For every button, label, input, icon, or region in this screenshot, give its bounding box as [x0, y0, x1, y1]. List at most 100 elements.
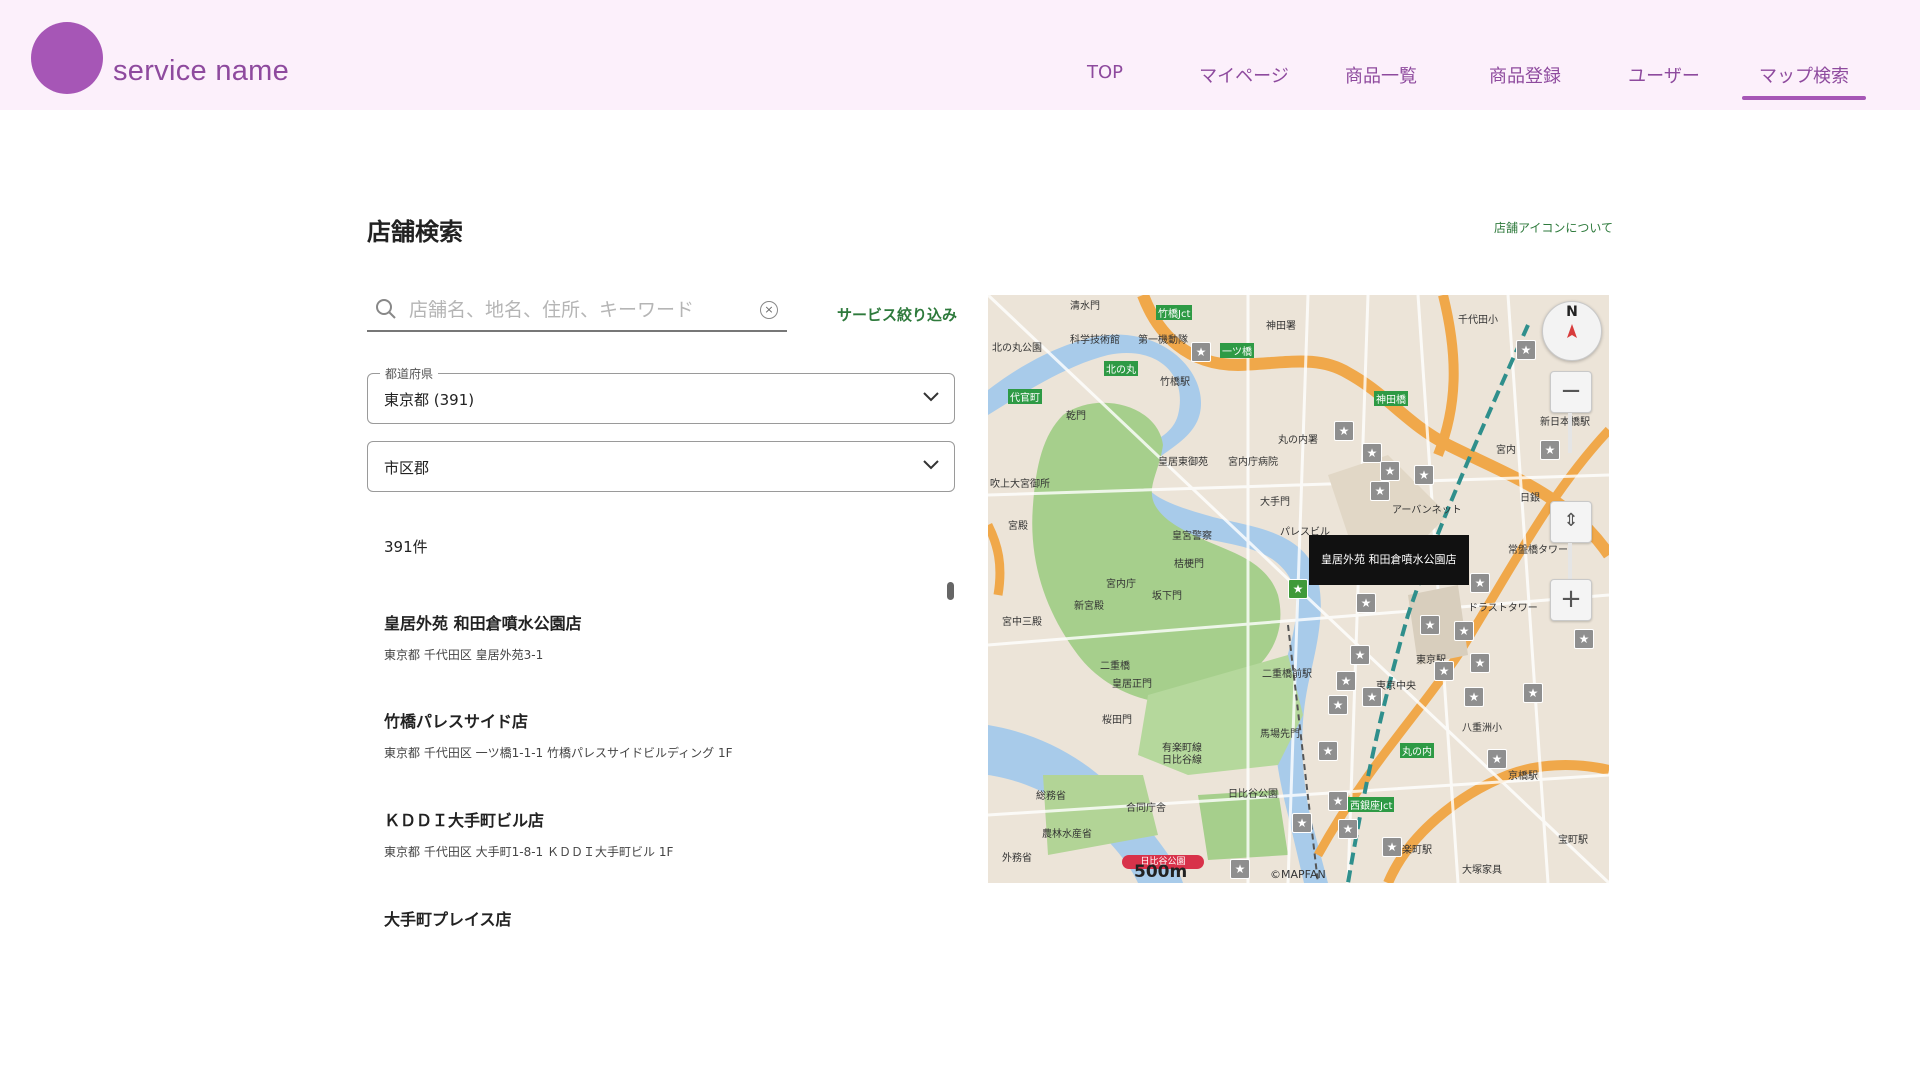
- nav-top[interactable]: TOP: [1087, 62, 1123, 83]
- store-list-item[interactable]: 竹橋パレスサイド店 東京都 千代田区 一ツ橋1-1-1 竹橋パレスサイドビルディ…: [384, 708, 944, 761]
- nav-map-search[interactable]: マップ検索: [1742, 62, 1866, 100]
- store-marker[interactable]: ★: [1370, 481, 1390, 501]
- store-marker[interactable]: ★: [1454, 621, 1474, 641]
- city-select[interactable]: 市区郡: [367, 441, 955, 492]
- compass-needle-icon: [1567, 324, 1577, 338]
- map-label: 神田署: [1266, 321, 1296, 332]
- selected-store-marker[interactable]: ★: [1288, 579, 1308, 599]
- map-label: 皇居正門: [1112, 679, 1152, 690]
- map-label: 坂下門: [1152, 591, 1182, 602]
- store-marker[interactable]: ★: [1338, 819, 1358, 839]
- store-name: ＫＤＤＩ大手町ビル店: [384, 811, 545, 830]
- store-name: 大手町プレイス店: [384, 910, 512, 929]
- map-copyright: ©MAPFAN: [1270, 868, 1326, 881]
- store-list-item[interactable]: 皇居外苑 和田倉噴水公園店 東京都 千代田区 皇居外苑3-1: [384, 610, 944, 663]
- search-input[interactable]: [407, 294, 751, 326]
- map-label: 宮内庁: [1106, 579, 1136, 590]
- store-marker[interactable]: ★: [1230, 859, 1250, 879]
- store-marker[interactable]: ★: [1470, 573, 1490, 593]
- store-marker[interactable]: ★: [1191, 342, 1211, 362]
- map-label: アーバンネット: [1392, 505, 1462, 516]
- store-address: 東京都 千代田区 皇居外苑3-1: [384, 648, 544, 662]
- map-label: 日比谷公園: [1228, 789, 1278, 800]
- store-marker[interactable]: ★: [1362, 443, 1382, 463]
- store-marker[interactable]: ★: [1328, 791, 1348, 811]
- chevron-down-icon: [923, 392, 939, 402]
- store-marker[interactable]: ★: [1523, 683, 1543, 703]
- map-scale: 500m: [1134, 862, 1188, 882]
- store-marker[interactable]: ★: [1414, 465, 1434, 485]
- map-label: 皇居東御苑: [1158, 457, 1208, 468]
- map-label: 皇宮警察: [1172, 531, 1212, 542]
- map-label: 大塚家具: [1462, 865, 1502, 876]
- map-label: 新日本橋駅: [1540, 417, 1590, 428]
- map-label: 竹橋駅: [1160, 377, 1190, 388]
- store-marker[interactable]: ★: [1380, 461, 1400, 481]
- map-label: 第一機動隊: [1138, 335, 1188, 346]
- store-marker[interactable]: ★: [1356, 593, 1376, 613]
- nav-product-register[interactable]: 商品登録: [1489, 62, 1561, 88]
- store-marker[interactable]: ★: [1382, 837, 1402, 857]
- store-marker[interactable]: ★: [1574, 629, 1594, 649]
- map-label: 総務省: [1036, 791, 1066, 802]
- store-marker[interactable]: ★: [1434, 661, 1454, 681]
- map-label: 科学技術館: [1070, 335, 1120, 346]
- store-marker[interactable]: ★: [1487, 749, 1507, 769]
- prefecture-select[interactable]: 都道府県 東京都 (391): [367, 365, 955, 424]
- map-label: 吹上大宮御所: [990, 479, 1050, 490]
- chevron-down-icon: [923, 460, 939, 470]
- map-view[interactable]: 清水門 竹橋Jct 神田署 千代田小 北の丸公園 科学技術館 第一機動隊 一ツ橋…: [988, 295, 1609, 883]
- map-label: 宮中三殿: [1002, 617, 1042, 628]
- store-marker[interactable]: ★: [1334, 421, 1354, 441]
- nav-product-list[interactable]: 商品一覧: [1345, 62, 1417, 88]
- store-marker[interactable]: ★: [1292, 813, 1312, 833]
- store-list-item[interactable]: 大手町プレイス店: [384, 906, 944, 930]
- map-label: 桔梗門: [1174, 559, 1204, 570]
- zoom-track: [1568, 413, 1572, 453]
- clear-icon[interactable]: ×: [760, 301, 778, 319]
- results-scrollbar[interactable]: [947, 582, 954, 600]
- store-marker[interactable]: ★: [1470, 653, 1490, 673]
- map-label: 竹橋Jct: [1156, 305, 1193, 320]
- store-marker[interactable]: ★: [1318, 741, 1338, 761]
- search-icon: [376, 299, 396, 319]
- prefecture-select-value: 東京都 (391): [384, 391, 475, 409]
- map-label: 桜田門: [1102, 715, 1132, 726]
- map-label: ドラストタワー: [1468, 603, 1538, 614]
- map-label: 宮殿: [1008, 521, 1028, 532]
- search-box: ×: [367, 290, 787, 332]
- map-label: 代官町: [1008, 389, 1042, 404]
- page-title: 店舗検索: [367, 218, 463, 246]
- store-marker[interactable]: ★: [1336, 671, 1356, 691]
- map-label: 神田橋: [1374, 391, 1408, 406]
- result-count: 391件: [384, 538, 428, 556]
- map-label: 外務省: [1002, 853, 1032, 864]
- nav-mypage[interactable]: マイページ: [1199, 62, 1289, 88]
- compass-north-label: N: [1566, 304, 1578, 320]
- store-marker[interactable]: ★: [1420, 615, 1440, 635]
- zoom-out-button[interactable]: −: [1550, 371, 1592, 413]
- compass-control[interactable]: N: [1542, 301, 1602, 361]
- store-marker[interactable]: ★: [1350, 645, 1370, 665]
- store-tooltip: 皇居外苑 和田倉噴水公園店: [1309, 535, 1469, 585]
- service-filter-button[interactable]: サービス絞り込み: [837, 304, 957, 325]
- store-marker[interactable]: ★: [1328, 695, 1348, 715]
- map-label: 丸の内: [1400, 743, 1434, 758]
- map-label: 乾門: [1066, 411, 1086, 422]
- store-marker[interactable]: ★: [1540, 440, 1560, 460]
- map-label: 農林水産省: [1042, 829, 1092, 840]
- store-marker[interactable]: ★: [1464, 687, 1484, 707]
- map-label: 八重洲小: [1462, 723, 1502, 734]
- prefecture-select-label: 都道府県: [380, 365, 439, 382]
- nav-user[interactable]: ユーザー: [1628, 62, 1700, 88]
- store-marker[interactable]: ★: [1362, 687, 1382, 707]
- store-list-item[interactable]: ＫＤＤＩ大手町ビル店 東京都 千代田区 大手町1-8-1 ＫＤＤＩ大手町ビル 1…: [384, 807, 944, 860]
- store-marker[interactable]: ★: [1516, 340, 1536, 360]
- tilt-button[interactable]: ⇕: [1550, 501, 1592, 543]
- map-label: 北の丸公園: [992, 343, 1042, 354]
- store-icon-help-link[interactable]: 店舗アイコンについて: [1494, 219, 1613, 236]
- store-address: 東京都 千代田区 大手町1-8-1 ＫＤＤＩ大手町ビル 1F: [384, 845, 674, 859]
- map-label: 馬場先門: [1260, 729, 1300, 740]
- map-label: 日銀: [1520, 493, 1540, 504]
- zoom-in-button[interactable]: +: [1550, 579, 1592, 621]
